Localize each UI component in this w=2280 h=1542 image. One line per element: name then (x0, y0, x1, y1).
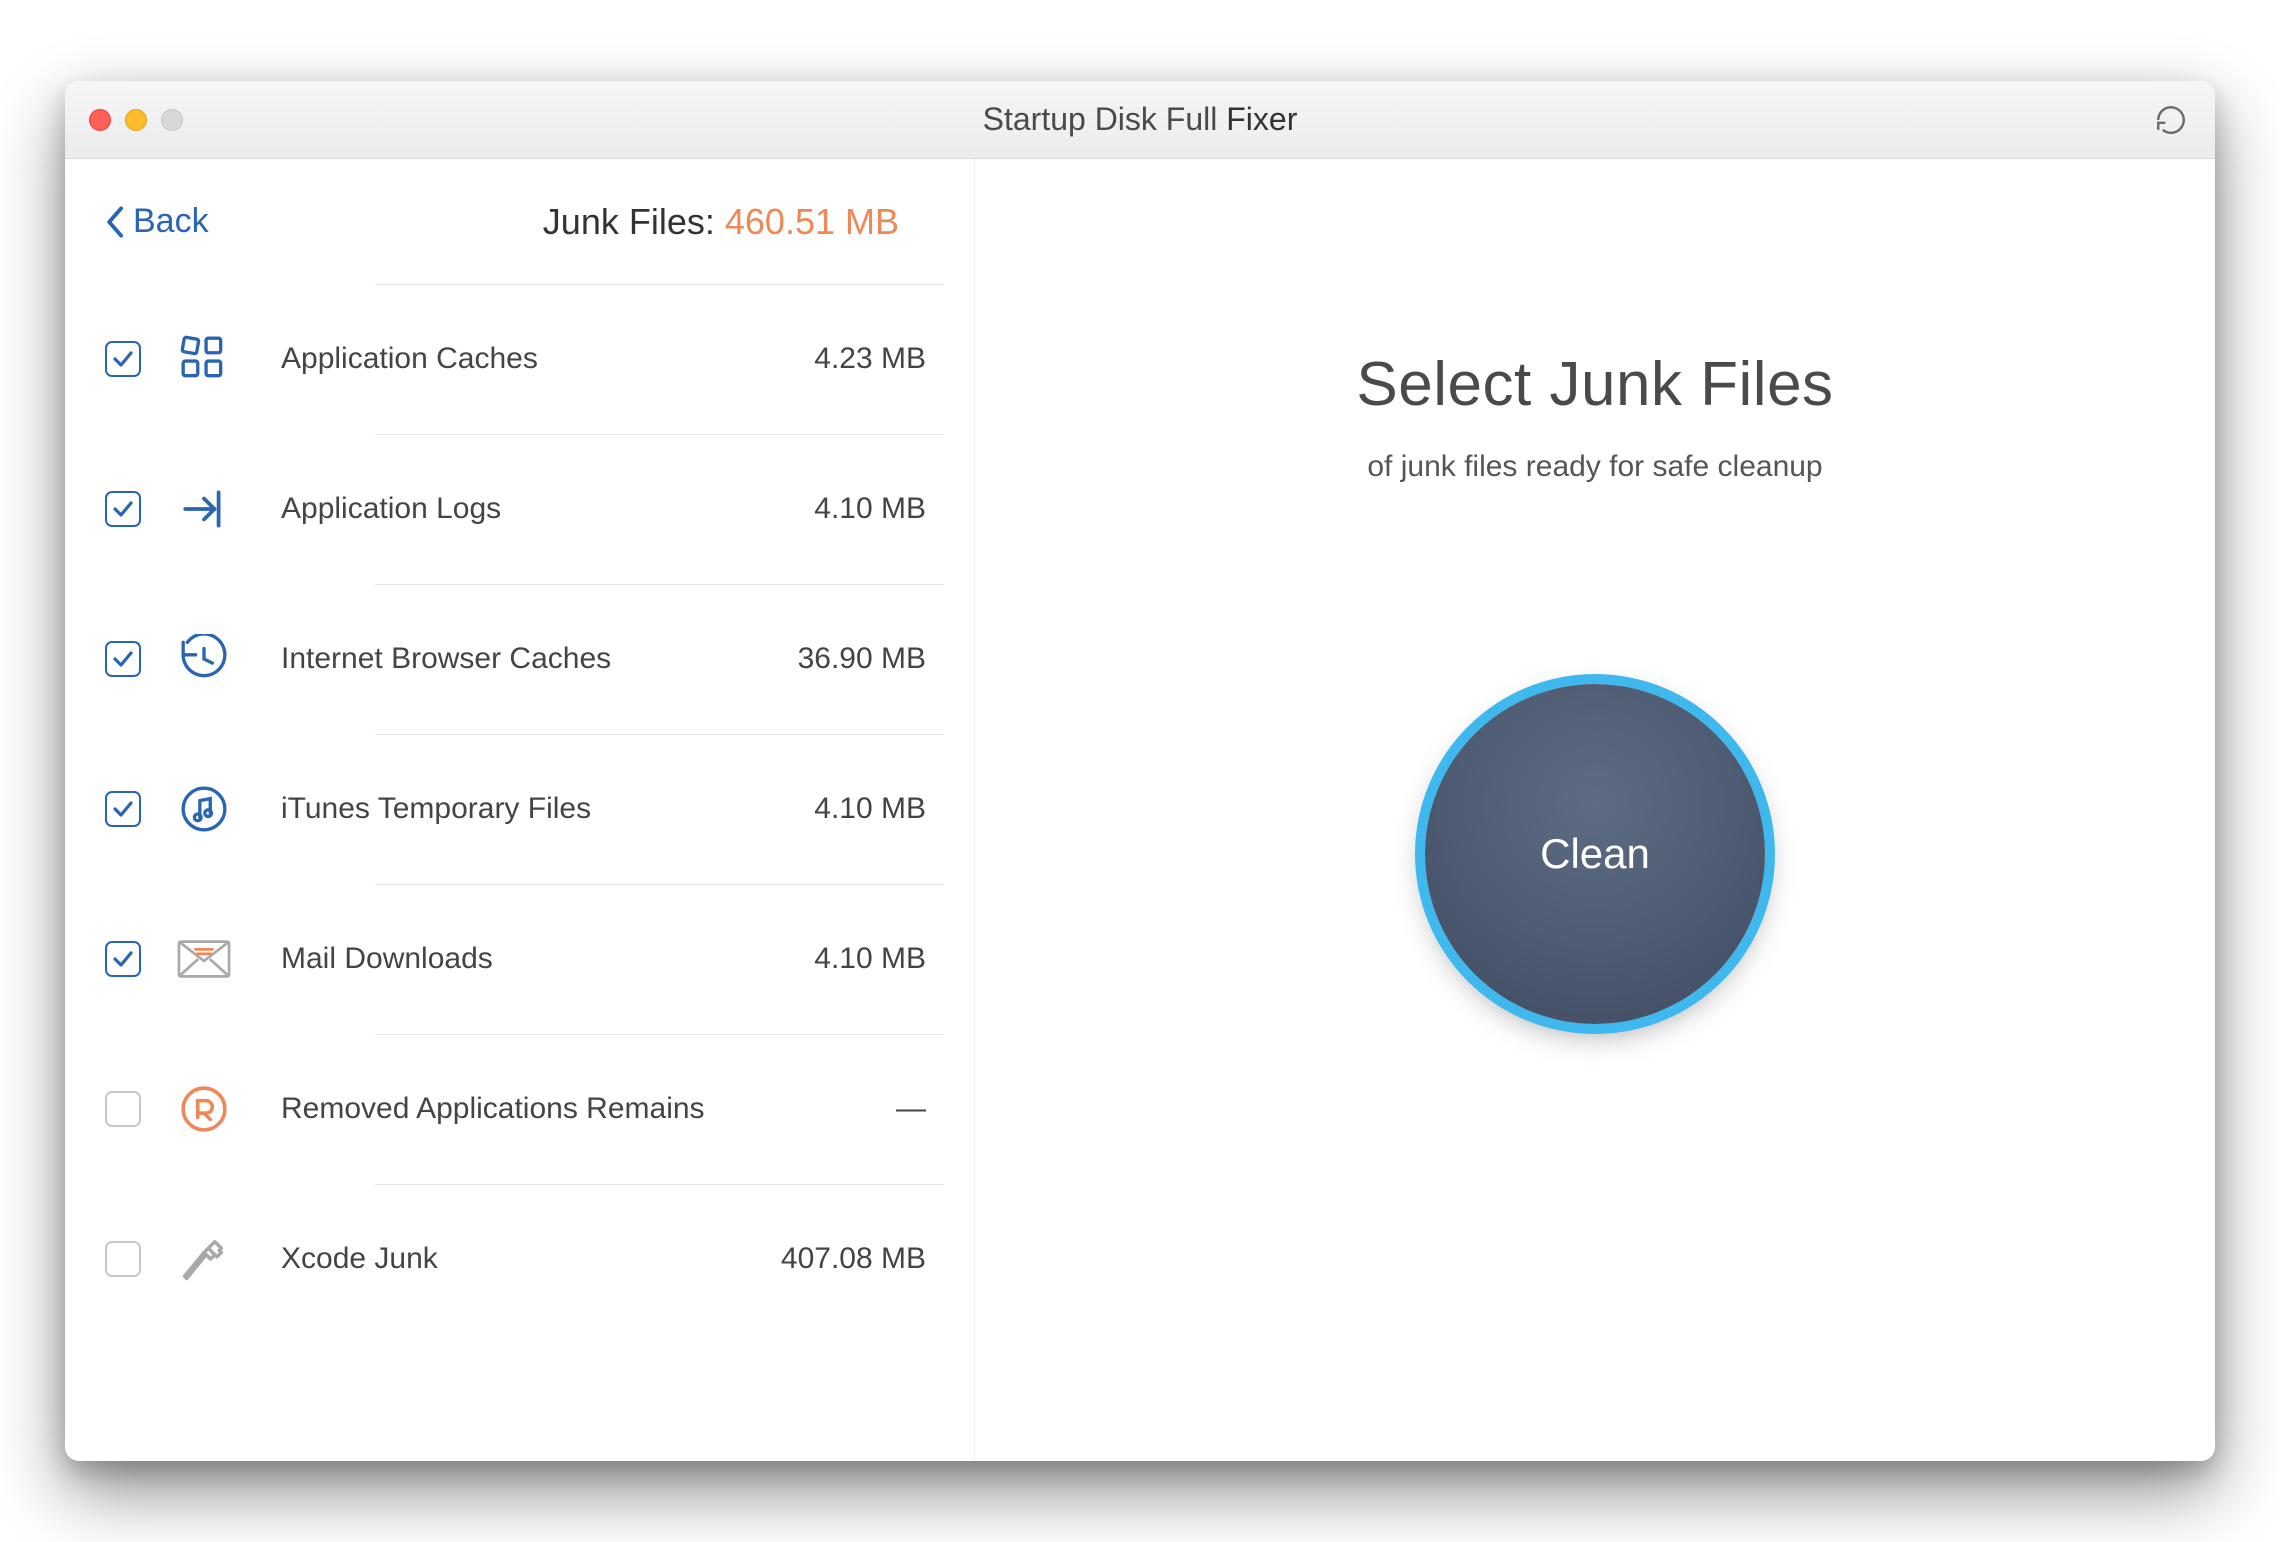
right-title: Select Junk Files (1356, 349, 1833, 420)
right-subtitle: of junk files ready for safe cleanup (1367, 450, 1822, 484)
content: Back Junk Files: 460.51 MB Application C… (65, 159, 2215, 1461)
list-item[interactable]: Xcode Junk 407.08 MB (65, 1184, 974, 1334)
right-panel: Select Junk Files of junk files ready fo… (975, 159, 2215, 1461)
refresh-button[interactable] (2151, 100, 2191, 140)
item-label: Application Caches (281, 342, 538, 376)
item-label: Removed Applications Remains (281, 1092, 705, 1126)
fullscreen-window-button[interactable] (161, 109, 183, 131)
app-window: Startup Disk Full Fixer Back Junk Files: (65, 81, 2215, 1461)
item-size: 4.23 MB (814, 342, 926, 376)
titlebar: Startup Disk Full Fixer (65, 81, 2215, 159)
music-icon (177, 782, 231, 836)
junk-total-amount: 460.51 MB (725, 201, 899, 242)
junk-category-list: Application Caches 4.23 MB Application Lo… (65, 284, 974, 1461)
item-label: iTunes Temporary Files (281, 792, 591, 826)
checkbox[interactable] (105, 641, 141, 677)
list-item[interactable]: Internet Browser Caches 36.90 MB (65, 584, 974, 734)
item-size: — (896, 1092, 926, 1126)
checkbox[interactable] (105, 791, 141, 827)
list-item[interactable]: Mail Downloads 4.10 MB (65, 884, 974, 1034)
close-window-button[interactable] (89, 109, 111, 131)
chevron-left-icon (105, 205, 127, 239)
item-label: Mail Downloads (281, 942, 493, 976)
minimize-window-button[interactable] (125, 109, 147, 131)
left-panel: Back Junk Files: 460.51 MB Application C… (65, 159, 975, 1461)
title-bold: Fixer (1226, 101, 1297, 137)
item-size: 4.10 MB (814, 492, 926, 526)
window-title: Startup Disk Full Fixer (65, 101, 2215, 138)
item-label: Internet Browser Caches (281, 642, 611, 676)
item-label: Application Logs (281, 492, 501, 526)
check-icon (111, 497, 135, 521)
item-size: 4.10 MB (814, 792, 926, 826)
back-label: Back (133, 202, 209, 241)
list-item[interactable]: Removed Applications Remains — (65, 1034, 974, 1184)
clean-button-label: Clean (1540, 830, 1650, 878)
item-size: 36.90 MB (798, 642, 926, 676)
item-size: 407.08 MB (781, 1242, 926, 1276)
check-icon (111, 647, 135, 671)
clock-icon (177, 632, 231, 686)
title-prefix: Startup Disk Full (983, 101, 1218, 137)
list-item[interactable]: Application Caches 4.23 MB (65, 284, 974, 434)
refresh-icon (2154, 103, 2188, 137)
junk-total: Junk Files: 460.51 MB (543, 201, 899, 243)
junk-total-label: Junk Files: (543, 201, 715, 242)
list-item[interactable]: iTunes Temporary Files 4.10 MB (65, 734, 974, 884)
removed-icon (177, 1082, 231, 1136)
checkbox[interactable] (105, 491, 141, 527)
arrow-icon (177, 482, 231, 536)
check-icon (111, 797, 135, 821)
item-label: Xcode Junk (281, 1242, 438, 1276)
check-icon (111, 347, 135, 371)
list-item[interactable]: Application Logs 4.10 MB (65, 434, 974, 584)
checkbox[interactable] (105, 341, 141, 377)
grid-icon (177, 332, 231, 386)
traffic-lights (89, 109, 183, 131)
checkbox[interactable] (105, 1091, 141, 1127)
check-icon (111, 947, 135, 971)
clean-button[interactable]: Clean (1425, 684, 1765, 1024)
mail-icon (177, 932, 231, 986)
back-button[interactable]: Back (105, 202, 209, 241)
checkbox[interactable] (105, 1241, 141, 1277)
item-size: 4.10 MB (814, 942, 926, 976)
checkbox[interactable] (105, 941, 141, 977)
left-header: Back Junk Files: 460.51 MB (65, 159, 974, 284)
hammer-icon (177, 1232, 231, 1286)
